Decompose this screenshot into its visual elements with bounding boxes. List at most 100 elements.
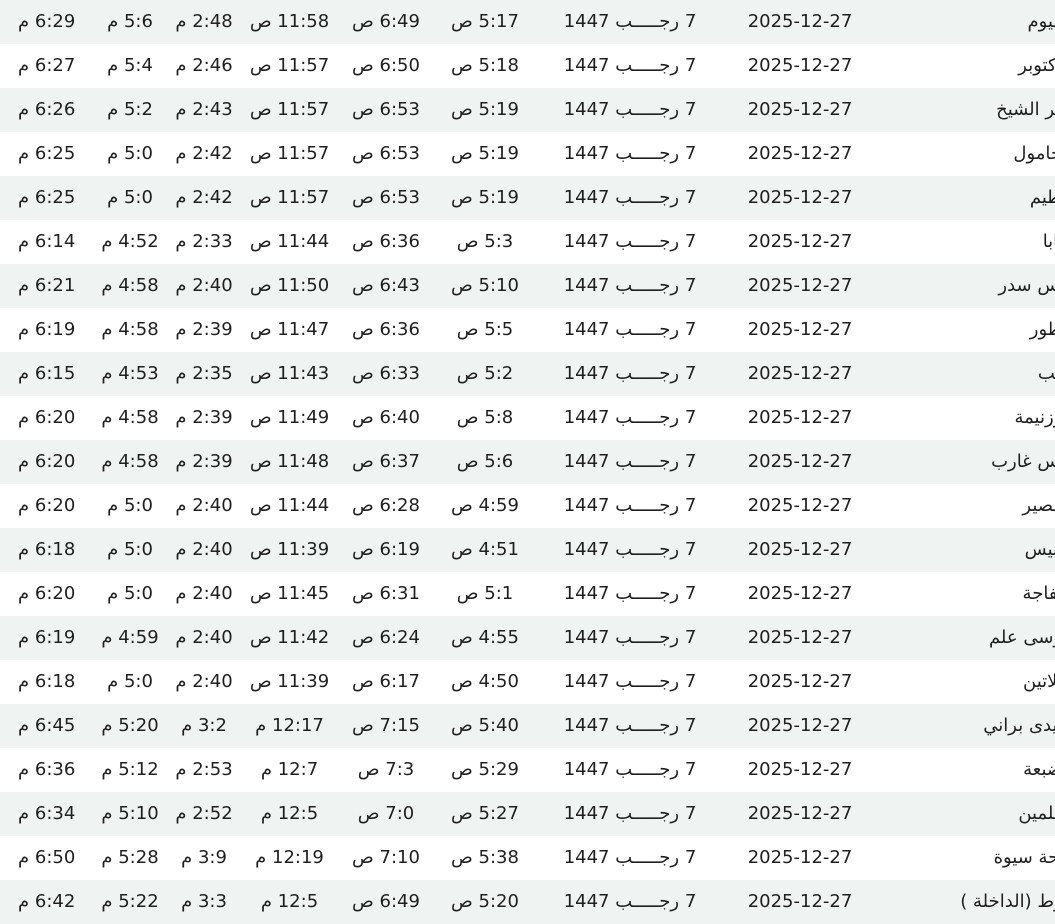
gregorian-date: 2025-12-27 <box>747 11 853 32</box>
isha-time: 6:19 م <box>18 627 76 648</box>
dhuhr-time: 11:48 ص <box>249 451 330 472</box>
isha-time: 6:21 م <box>18 275 76 296</box>
isha-time: 6:36 م <box>18 759 76 780</box>
dhuhr-time: 11:50 ص <box>249 275 330 296</box>
city-name: موط (الداخلة ) <box>960 891 1055 912</box>
dhuhr-time: 12:19 م <box>255 847 324 868</box>
sunrise-time: 6:53 ص <box>352 187 420 208</box>
sunrise-time: 6:53 ص <box>352 143 420 164</box>
isha-time: 6:29 م <box>18 11 76 32</box>
gregorian-date: 2025-12-27 <box>747 407 853 428</box>
fajr-time: 5:17 ص <box>451 11 519 32</box>
fajr-time: 5:38 ص <box>451 847 519 868</box>
dhuhr-time: 12:5 م <box>260 803 319 824</box>
table-row: الفيوم 2025-12-27 7 رجـــــب 1447 5:17 ص 6:4… <box>0 0 1055 44</box>
asr-time: 2:40 م <box>175 275 233 296</box>
sunrise-time: 6:19 ص <box>352 539 420 560</box>
dhuhr-time: 11:39 ص <box>249 539 330 560</box>
dhuhr-time: 11:45 ص <box>249 583 330 604</box>
dhuhr-time: 11:57 ص <box>249 99 330 120</box>
table-row: بلطيم 2025-12-27 7 رجـــــب 1447 5:19 ص 6:53… <box>0 176 1055 220</box>
city-name: راس غارب <box>991 451 1055 472</box>
gregorian-date: 2025-12-27 <box>747 55 853 76</box>
gregorian-date: 2025-12-27 <box>747 539 853 560</box>
gregorian-date: 2025-12-27 <box>747 99 853 120</box>
dhuhr-time: 11:43 ص <box>249 363 330 384</box>
maghrib-time: 4:53 م <box>101 363 159 384</box>
isha-time: 6:45 م <box>18 715 76 736</box>
isha-time: 6:20 م <box>18 583 76 604</box>
isha-time: 6:25 م <box>18 187 76 208</box>
table-row: 6أكتوبر 2025-12-27 7 رجـــــب 1447 5:18 ص 6:… <box>0 44 1055 88</box>
maghrib-time: 4:58 م <box>101 275 159 296</box>
asr-time: 3:3 م <box>181 891 227 912</box>
isha-time: 6:20 م <box>18 407 76 428</box>
isha-time: 6:15 م <box>18 363 76 384</box>
maghrib-time: 5:0 م <box>107 539 153 560</box>
city-name: بلطيم <box>1029 187 1055 208</box>
city-name: راس سدر <box>998 275 1055 296</box>
dhuhr-time: 11:47 ص <box>249 319 330 340</box>
asr-time: 2:40 م <box>175 671 233 692</box>
fajr-time: 4:55 ص <box>451 627 519 648</box>
table-row: سيدى براني 2025-12-27 7 رجـــــب 1447 5:40 … <box>0 704 1055 748</box>
fajr-time: 5:10 ص <box>451 275 519 296</box>
asr-time: 2:35 م <box>175 363 233 384</box>
maghrib-time: 5:0 م <box>107 583 153 604</box>
maghrib-time: 5:10 م <box>101 803 159 824</box>
fajr-time: 5:5 ص <box>456 319 514 340</box>
isha-time: 6:14 م <box>18 231 76 252</box>
isha-time: 6:19 م <box>18 319 76 340</box>
hijri-date: 7 رجـــــب 1447 <box>563 891 697 912</box>
hijri-date: 7 رجـــــب 1447 <box>563 11 697 32</box>
prayer-times-table: الفيوم 2025-12-27 7 رجـــــب 1447 5:17 ص 6:4… <box>0 0 1055 924</box>
hijri-date: 7 رجـــــب 1447 <box>563 539 697 560</box>
fajr-time: 4:51 ص <box>451 539 519 560</box>
table-row: مرسى علم 2025-12-27 7 رجـــــب 1447 4:55 ص 6… <box>0 616 1055 660</box>
dhuhr-time: 11:39 ص <box>249 671 330 692</box>
gregorian-date: 2025-12-27 <box>747 451 853 472</box>
sunrise-time: 6:17 ص <box>352 671 420 692</box>
gregorian-date: 2025-12-27 <box>747 363 853 384</box>
gregorian-date: 2025-12-27 <box>747 627 853 648</box>
dhuhr-time: 11:44 ص <box>249 231 330 252</box>
maghrib-time: 4:52 م <box>101 231 159 252</box>
maghrib-time: 5:12 م <box>101 759 159 780</box>
table-row: راس سدر 2025-12-27 7 رجـــــب 1447 5:10 ص 6:… <box>0 264 1055 308</box>
gregorian-date: 2025-12-27 <box>747 891 853 912</box>
maghrib-time: 5:2 م <box>107 99 153 120</box>
sunrise-time: 7:15 ص <box>352 715 420 736</box>
asr-time: 2:40 م <box>175 495 233 516</box>
city-name: العلمين <box>1018 803 1055 824</box>
fajr-time: 5:3 ص <box>456 231 514 252</box>
table-row: طابا 2025-12-27 7 رجـــــب 1447 5:3 ص 6:36 ص… <box>0 220 1055 264</box>
hijri-date: 7 رجـــــب 1447 <box>563 319 697 340</box>
maghrib-time: 4:58 م <box>101 407 159 428</box>
city-name: الضبعة <box>1023 759 1055 780</box>
gregorian-date: 2025-12-27 <box>747 231 853 252</box>
city-name: الحامول <box>1013 143 1055 164</box>
fajr-time: 5:20 ص <box>451 891 519 912</box>
fajr-time: 5:8 ص <box>456 407 514 428</box>
fajr-time: 5:1 ص <box>456 583 514 604</box>
sunrise-time: 6:36 ص <box>352 231 420 252</box>
city-name: القصير <box>1022 495 1055 516</box>
table-row: الحامول 2025-12-27 7 رجـــــب 1447 5:19 ص 6:… <box>0 132 1055 176</box>
sunrise-time: 6:50 ص <box>352 55 420 76</box>
isha-time: 6:20 م <box>18 495 76 516</box>
hijri-date: 7 رجـــــب 1447 <box>563 627 697 648</box>
fajr-time: 5:19 ص <box>451 143 519 164</box>
hijri-date: 7 رجـــــب 1447 <box>563 187 697 208</box>
asr-time: 2:42 م <box>175 143 233 164</box>
gregorian-date: 2025-12-27 <box>747 583 853 604</box>
fajr-time: 5:19 ص <box>451 99 519 120</box>
sunrise-time: 6:43 ص <box>352 275 420 296</box>
asr-time: 2:53 م <box>175 759 233 780</box>
gregorian-date: 2025-12-27 <box>747 671 853 692</box>
city-name: شلاتين <box>1023 671 1055 692</box>
maghrib-time: 5:4 م <box>107 55 153 76</box>
table-row: سفاجة 2025-12-27 7 رجـــــب 1447 5:1 ص 6:31 … <box>0 572 1055 616</box>
isha-time: 6:26 م <box>18 99 76 120</box>
gregorian-date: 2025-12-27 <box>747 759 853 780</box>
table-row: العلمين 2025-12-27 7 رجـــــب 1447 5:27 ص 7:… <box>0 792 1055 836</box>
